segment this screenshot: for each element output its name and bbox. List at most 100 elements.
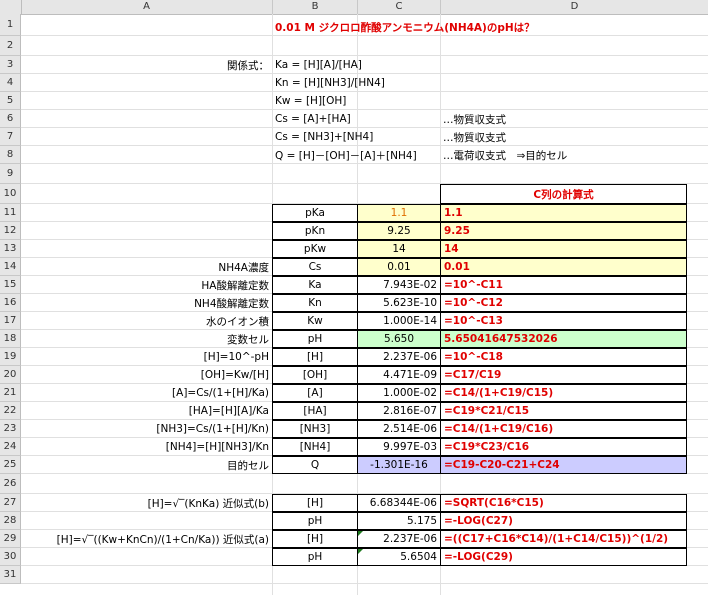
approx-value-cell[interactable]: 5.175 (357, 512, 441, 530)
row-header[interactable]: 29 (0, 530, 21, 548)
row-header[interactable]: 25 (0, 456, 21, 474)
row-header[interactable]: 11 (0, 204, 21, 222)
formula-cell[interactable]: 14 (440, 240, 687, 258)
approx-symbol-cell[interactable]: [H] (272, 494, 358, 512)
value-cell[interactable]: -1.301E-16 (357, 456, 441, 474)
row-header[interactable]: 1 (0, 14, 21, 36)
row-header[interactable]: 10 (0, 184, 21, 204)
row-header[interactable]: 24 (0, 438, 21, 456)
row-header[interactable]: 8 (0, 146, 21, 164)
row-header[interactable]: 23 (0, 420, 21, 438)
row-header[interactable]: 7 (0, 128, 21, 146)
row-label[interactable]: HA酸解離定数 (21, 276, 272, 294)
row-label[interactable]: [NH4]=[H][NH3]/Kn (21, 438, 272, 456)
formula-cell[interactable]: =10^-C18 (440, 348, 687, 366)
row-header[interactable]: 9 (0, 164, 21, 184)
formula-cell[interactable]: =C14/(1+C19/C15) (440, 384, 687, 402)
sheet-title[interactable]: 0.01 M ジクロロ酢酸アンモニウム(NH4A)のpHは？ (272, 18, 538, 36)
relation-kn[interactable]: Kn = [H][NH3]/[HN4] (272, 74, 388, 92)
formula-cell[interactable]: 0.01 (440, 258, 687, 276)
symbol-cell[interactable]: [A] (272, 384, 358, 402)
value-cell[interactable]: 14 (357, 240, 441, 258)
approx-formula-cell[interactable]: =SQRT(C16*C15) (440, 494, 687, 512)
formula-cell[interactable]: =10^-C13 (440, 312, 687, 330)
approx-formula-cell[interactable]: =-LOG(C29) (440, 548, 687, 566)
row-header[interactable]: 14 (0, 258, 21, 276)
value-cell[interactable]: 2.816E-07 (357, 402, 441, 420)
formula-cell[interactable]: 5.65041647532026 (440, 330, 687, 348)
formula-cell[interactable]: =C14/(1+C19/C16) (440, 420, 687, 438)
value-cell[interactable]: 5.650 (357, 330, 441, 348)
value-cell[interactable]: 2.514E-06 (357, 420, 441, 438)
column-header-b[interactable]: B (273, 0, 358, 14)
value-cell[interactable]: 0.01 (357, 258, 441, 276)
relations-label[interactable]: 関係式： (21, 56, 272, 74)
row-label[interactable]: [A]=Cs/(1+[H]/Ka) (21, 384, 272, 402)
symbol-cell[interactable]: [H] (272, 348, 358, 366)
row-header[interactable]: 17 (0, 312, 21, 330)
approx-symbol-cell[interactable]: pH (272, 512, 358, 530)
formula-cell[interactable]: =10^-C12 (440, 294, 687, 312)
symbol-cell[interactable]: [HA] (272, 402, 358, 420)
formula-cell[interactable]: =C17/C19 (440, 366, 687, 384)
symbol-cell[interactable]: Kn (272, 294, 358, 312)
approx-label[interactable]: [H]=√‾(KnKa) 近似式(b) (21, 494, 272, 512)
value-cell[interactable]: 2.237E-06 (357, 348, 441, 366)
row-header[interactable]: 3 (0, 56, 21, 74)
error-indicator-icon[interactable] (358, 549, 363, 554)
formula-cell[interactable]: 9.25 (440, 222, 687, 240)
relation-cs-a[interactable]: Cs = [A]+[HA] (272, 110, 354, 128)
row-header[interactable]: 19 (0, 348, 21, 366)
row-header[interactable]: 18 (0, 330, 21, 348)
row-label[interactable]: NH4A濃度 (21, 258, 272, 276)
value-cell[interactable]: 9.997E-03 (357, 438, 441, 456)
approx-label[interactable]: [H]=√‾((Kw+KnCn)/(1+Cn/Ka)) 近似式(a) (21, 530, 272, 548)
row-header[interactable]: 6 (0, 110, 21, 128)
row-header[interactable]: 4 (0, 74, 21, 92)
row-header[interactable]: 31 (0, 566, 21, 584)
row-header[interactable]: 16 (0, 294, 21, 312)
row-header[interactable]: 13 (0, 240, 21, 258)
row-header[interactable]: 15 (0, 276, 21, 294)
approx-value-cell[interactable]: 5.6504 (357, 548, 441, 566)
row-header[interactable]: 21 (0, 384, 21, 402)
row-header[interactable]: 22 (0, 402, 21, 420)
relation-ka[interactable]: Ka = [H][A]/[HA] (272, 56, 365, 74)
row-label[interactable]: [NH3]=Cs/(1+[H]/Kn) (21, 420, 272, 438)
formula-cell[interactable]: =C19*C21/C15 (440, 402, 687, 420)
symbol-cell[interactable]: pKa (272, 204, 358, 222)
row-label[interactable]: 変数セル (21, 330, 272, 348)
symbol-cell[interactable]: [OH] (272, 366, 358, 384)
formula-column-header[interactable]: C列の計算式 (440, 184, 687, 204)
note-mass-balance-1[interactable]: …物質収支式 (440, 110, 509, 128)
row-header[interactable]: 30 (0, 548, 21, 566)
row-label[interactable]: NH4酸解離定数 (21, 294, 272, 312)
value-cell[interactable]: 9.25 (357, 222, 441, 240)
row-label[interactable]: [H]=10^-pH (21, 348, 272, 366)
column-header-c[interactable]: C (358, 0, 441, 14)
approx-formula-cell[interactable]: =((C17+C16*C14)/(1+C14/C15))^(1/2) (440, 530, 687, 548)
row-header[interactable]: 20 (0, 366, 21, 384)
symbol-cell[interactable]: [NH4] (272, 438, 358, 456)
symbol-cell[interactable]: Ka (272, 276, 358, 294)
error-indicator-icon[interactable] (358, 531, 363, 536)
row-header[interactable]: 2 (0, 36, 21, 56)
value-cell[interactable]: 1.000E-14 (357, 312, 441, 330)
approx-symbol-cell[interactable]: pH (272, 548, 358, 566)
approx-symbol-cell[interactable]: [H] (272, 530, 358, 548)
row-label[interactable]: 水のイオン積 (21, 312, 272, 330)
relation-q[interactable]: Q = [H]－[OH]－[A]＋[NH4] (272, 146, 420, 164)
formula-cell[interactable]: 1.1 (440, 204, 687, 222)
symbol-cell[interactable]: pH (272, 330, 358, 348)
row-header[interactable]: 27 (0, 494, 21, 512)
symbol-cell[interactable]: Q (272, 456, 358, 474)
formula-cell[interactable]: =10^-C11 (440, 276, 687, 294)
note-charge-balance[interactable]: …電荷収支式 ⇒目的セル (440, 146, 570, 164)
note-mass-balance-2[interactable]: …物質収支式 (440, 128, 509, 146)
row-header[interactable]: 12 (0, 222, 21, 240)
value-cell[interactable]: 5.623E-10 (357, 294, 441, 312)
value-cell[interactable]: 1.000E-02 (357, 384, 441, 402)
row-header[interactable]: 26 (0, 474, 21, 494)
approx-formula-cell[interactable]: =-LOG(C27) (440, 512, 687, 530)
column-header-a[interactable]: A (21, 0, 273, 14)
